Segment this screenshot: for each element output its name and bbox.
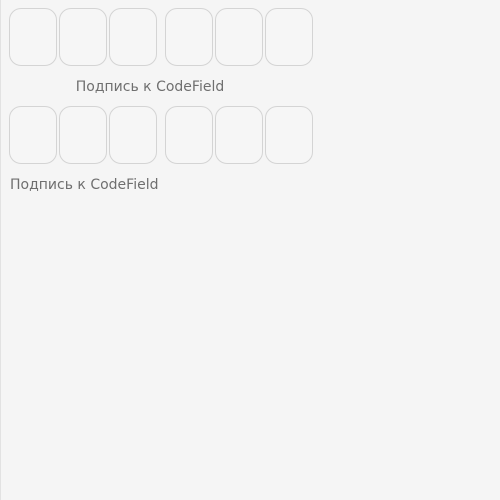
code-cell-6[interactable] — [265, 106, 313, 164]
code-cell-4[interactable] — [165, 106, 213, 164]
code-cell-1[interactable] — [9, 8, 57, 66]
code-cell-5[interactable] — [215, 106, 263, 164]
code-cell-2[interactable] — [59, 8, 107, 66]
code-cell-3[interactable] — [109, 106, 157, 164]
codefield-caption: Подпись к CodeField — [75, 79, 225, 95]
codefield-2: Подпись к CodeField — [9, 106, 313, 194]
code-cells — [9, 106, 313, 164]
code-cell-6[interactable] — [265, 8, 313, 66]
code-cells — [9, 8, 313, 66]
code-cell-2[interactable] — [59, 106, 107, 164]
code-cell-5[interactable] — [215, 8, 263, 66]
codefield-1: Подпись к CodeField — [9, 8, 313, 96]
page: Подпись к CodeField Подпись к CodeField — [0, 0, 500, 500]
code-cell-4[interactable] — [165, 8, 213, 66]
code-cell-3[interactable] — [109, 8, 157, 66]
codefield-caption: Подпись к CodeField — [10, 177, 159, 193]
code-cell-1[interactable] — [9, 106, 57, 164]
